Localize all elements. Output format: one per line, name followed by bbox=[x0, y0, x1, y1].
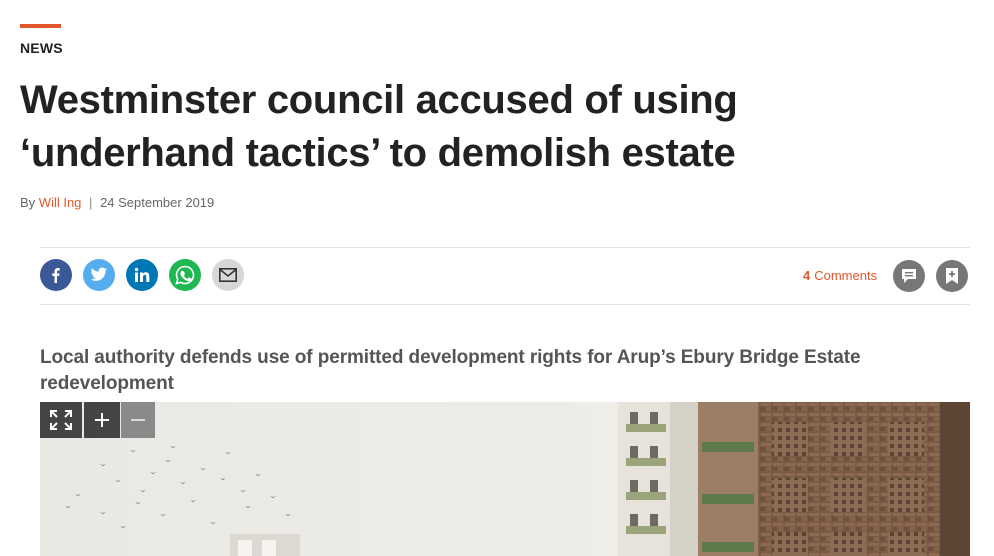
section-accent-bar bbox=[20, 24, 61, 28]
article-headline: Westminster council accused of using ‘un… bbox=[20, 78, 738, 175]
byline: By Will Ing | 24 September 2019 bbox=[20, 195, 214, 210]
fullscreen-button[interactable] bbox=[40, 402, 82, 438]
comments-label: Comments bbox=[814, 268, 878, 283]
section-link[interactable]: NEWS bbox=[20, 40, 63, 56]
twitter-share-button[interactable] bbox=[83, 259, 115, 291]
email-icon bbox=[219, 268, 237, 282]
bookmark-icon bbox=[946, 268, 958, 284]
bookmark-button[interactable] bbox=[936, 260, 968, 292]
byline-separator: | bbox=[89, 195, 93, 210]
author-link[interactable]: Will Ing bbox=[39, 195, 82, 210]
publish-date: 24 September 2019 bbox=[100, 195, 215, 210]
whatsapp-share-button[interactable] bbox=[169, 259, 201, 291]
zoom-out-button[interactable] bbox=[121, 402, 155, 438]
comment-icon bbox=[902, 269, 916, 283]
zoom-in-icon bbox=[95, 413, 109, 427]
comment-button[interactable] bbox=[893, 260, 925, 292]
hero-image[interactable] bbox=[40, 402, 970, 556]
twitter-icon bbox=[90, 267, 108, 281]
comments-link[interactable]: 4 Comments bbox=[803, 268, 877, 283]
share-bar: 4 Comments bbox=[40, 247, 970, 305]
zoom-out-icon bbox=[131, 419, 145, 421]
facebook-icon bbox=[52, 268, 60, 283]
fullscreen-icon bbox=[50, 410, 72, 430]
share-icons bbox=[40, 259, 244, 291]
byline-prefix: By bbox=[20, 195, 36, 210]
article-standfirst: Local authority defends use of permitted… bbox=[40, 347, 861, 394]
comments-count: 4 bbox=[803, 268, 811, 283]
linkedin-icon bbox=[134, 267, 150, 282]
zoom-in-button[interactable] bbox=[84, 402, 120, 438]
whatsapp-icon bbox=[175, 265, 195, 285]
email-share-button[interactable] bbox=[212, 259, 244, 291]
linkedin-share-button[interactable] bbox=[126, 259, 158, 291]
building-render-image bbox=[40, 402, 970, 556]
facebook-share-button[interactable] bbox=[40, 259, 72, 291]
